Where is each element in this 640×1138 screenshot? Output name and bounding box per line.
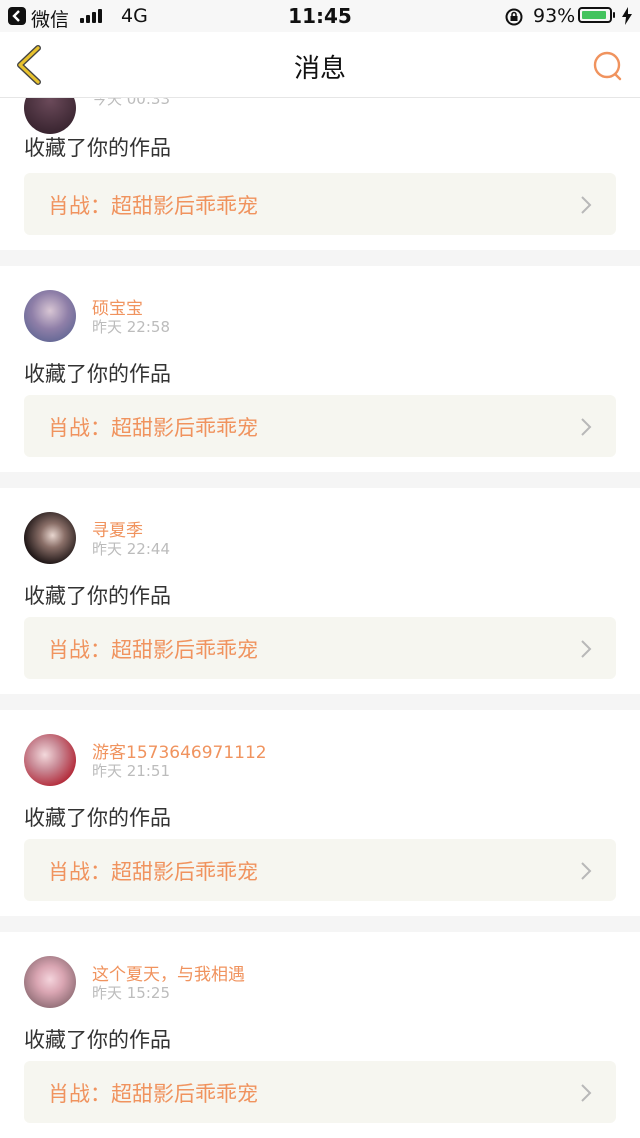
chevron-right-icon (581, 196, 592, 214)
nav-bar: 消息 (0, 32, 640, 98)
chevron-right-icon (581, 862, 592, 880)
work-link[interactable]: 肖战：超甜影后乖乖宠 (24, 395, 616, 457)
battery-icon (578, 7, 612, 23)
action-text: 收藏了你的作品 (24, 806, 171, 830)
battery-percent: 93% (533, 5, 576, 27)
list-item[interactable]: 寻夏季 昨天 22:44 收藏了你的作品 肖战：超甜影后乖乖宠 (0, 488, 640, 694)
avatar[interactable] (24, 956, 76, 1008)
chevron-right-icon (581, 640, 592, 658)
message-time: 今天 00:33 (92, 98, 170, 108)
list-item[interactable]: 游客1573646971112 昨天 21:51 收藏了你的作品 肖战：超甜影后… (0, 710, 640, 916)
work-title: 肖战：超甜影后乖乖宠 (48, 194, 258, 218)
battery-cap (613, 12, 615, 18)
work-title: 肖战：超甜影后乖乖宠 (48, 638, 258, 662)
chevron-right-icon (581, 1084, 592, 1102)
list-item[interactable]: 今天 00:33 收藏了你的作品 肖战：超甜影后乖乖宠 (0, 98, 640, 250)
chevron-right-icon (581, 418, 592, 436)
action-text: 收藏了你的作品 (24, 136, 171, 160)
avatar[interactable] (24, 290, 76, 342)
work-link[interactable]: 肖战：超甜影后乖乖宠 (24, 1061, 616, 1123)
work-title: 肖战：超甜影后乖乖宠 (48, 860, 258, 884)
work-link[interactable]: 肖战：超甜影后乖乖宠 (24, 617, 616, 679)
rotation-lock-icon (505, 8, 523, 26)
avatar[interactable] (24, 98, 76, 134)
charging-bolt-icon (622, 7, 632, 25)
search-icon[interactable] (592, 50, 624, 82)
message-list[interactable]: 今天 00:33 收藏了你的作品 肖战：超甜影后乖乖宠 硕宝宝 昨天 22:58… (0, 98, 640, 1138)
work-title: 肖战：超甜影后乖乖宠 (48, 1082, 258, 1106)
list-item[interactable]: 这个夏天，与我相遇 昨天 15:25 收藏了你的作品 肖战：超甜影后乖乖宠 (0, 932, 640, 1138)
action-text: 收藏了你的作品 (24, 584, 171, 608)
action-text: 收藏了你的作品 (24, 1028, 171, 1052)
page-title: 消息 (293, 54, 346, 84)
status-bar: 微信 4G 11:45 93% (0, 0, 640, 32)
work-title: 肖战：超甜影后乖乖宠 (48, 416, 258, 440)
message-time: 昨天 21:51 (92, 762, 170, 780)
message-time: 昨天 15:25 (92, 984, 170, 1002)
message-time: 昨天 22:58 (92, 318, 170, 336)
action-text: 收藏了你的作品 (24, 362, 171, 386)
list-item[interactable]: 硕宝宝 昨天 22:58 收藏了你的作品 肖战：超甜影后乖乖宠 (0, 266, 640, 472)
work-link[interactable]: 肖战：超甜影后乖乖宠 (24, 839, 616, 901)
work-link[interactable]: 肖战：超甜影后乖乖宠 (24, 173, 616, 235)
message-time: 昨天 22:44 (92, 540, 170, 558)
avatar[interactable] (24, 734, 76, 786)
avatar[interactable] (24, 512, 76, 564)
